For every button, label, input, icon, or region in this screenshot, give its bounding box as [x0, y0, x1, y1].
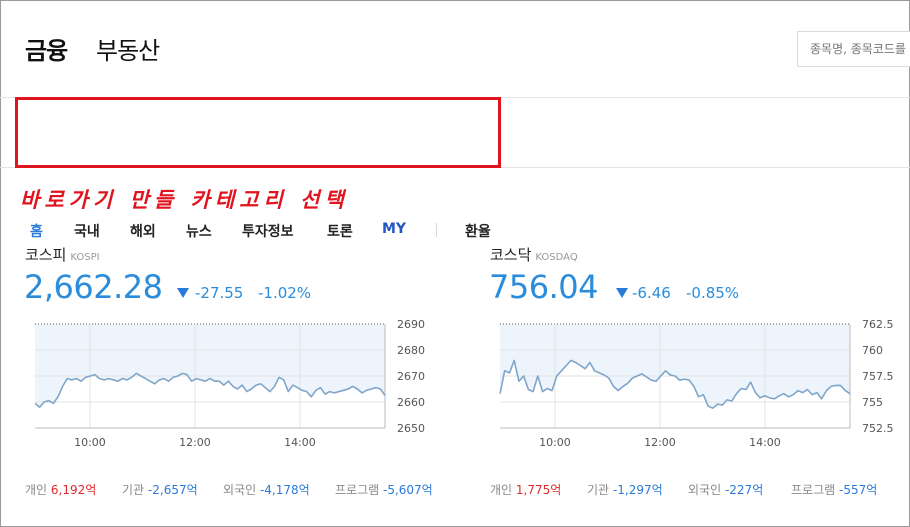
index-sub: KOSPI	[70, 252, 100, 263]
y-tick-label: 752.5	[862, 422, 894, 435]
x-tick-label: 14:00	[749, 436, 781, 449]
nav-item-exchange-rate[interactable]: 환율	[465, 221, 491, 241]
nav-item-news[interactable]: 뉴스	[186, 221, 212, 241]
y-tick-label: 760	[862, 344, 883, 357]
y-tick-label: 757.5	[862, 370, 894, 383]
kosdaq-chart[interactable]: 762.5 760 757.5 755 752.5 10:00 12:00 14:00	[490, 312, 910, 452]
y-tick-label: 2680	[397, 344, 425, 357]
index-name: 코스피	[25, 246, 67, 264]
y-tick-label: 762.5	[862, 318, 894, 331]
kospi-chart[interactable]: 2690 2680 2670 2660 2650 10:00 12:00 14:00	[25, 312, 445, 452]
stat-individual: 개인 6,192억	[25, 483, 97, 497]
stat-institution: 기관 -2,657억	[122, 483, 198, 497]
index-name: 코스닥	[490, 246, 532, 264]
stat-individual: 개인 1,775억	[490, 483, 562, 497]
search-input[interactable]	[797, 31, 910, 67]
stat-institution: 기관 -1,297억	[587, 483, 663, 497]
chart-area-fill	[35, 324, 385, 408]
nav-item-my[interactable]: MY	[382, 221, 406, 237]
stat-foreign: 외국인 -4,178억	[223, 483, 310, 497]
kospi-panel[interactable]: 코스피 KOSPI 2,662.28 -27.55 -1.02% 2690 2680…	[24, 240, 445, 510]
x-tick-label: 12:00	[644, 436, 676, 449]
x-tick-label: 10:00	[539, 436, 571, 449]
highlight-box	[15, 97, 501, 168]
down-triangle-icon	[177, 288, 189, 298]
stat-program: 프로그램 -557억	[791, 483, 878, 497]
index-title: 코스피 KOSPI	[25, 244, 100, 265]
nav-item-discussion[interactable]: 토론	[327, 221, 353, 241]
nav-item-home[interactable]: 홈	[30, 221, 43, 241]
annotation-text: 바로가기 만들 카테고리 선택	[20, 188, 349, 212]
index-change-percent: -1.02%	[258, 284, 312, 302]
down-triangle-icon	[616, 288, 628, 298]
stat-foreign: 외국인 -227억	[688, 483, 764, 497]
x-tick-label: 10:00	[74, 436, 106, 449]
y-tick-label: 2650	[397, 422, 425, 435]
nav-divider	[436, 223, 437, 237]
index-change: -27.55	[195, 284, 244, 302]
nav-item-domestic[interactable]: 국내	[74, 221, 100, 241]
stat-program: 프로그램 -5,607억	[335, 483, 433, 497]
y-tick-label: 2670	[397, 370, 425, 383]
kosdaq-panel[interactable]: 코스닥 KOSDAQ 756.04 -6.46 -0.85% 762.5 760 75…	[489, 240, 910, 510]
nav-item-overseas[interactable]: 해외	[130, 221, 156, 241]
index-change: -6.46	[632, 284, 671, 302]
x-tick-label: 12:00	[179, 436, 211, 449]
y-tick-label: 2690	[397, 318, 425, 331]
index-value: 2,662.28	[24, 268, 163, 306]
index-sub: KOSDAQ	[535, 252, 578, 263]
top-header: 금융 부동산	[0, 0, 910, 98]
y-tick-label: 755	[862, 396, 883, 409]
real-estate-link[interactable]: 부동산	[96, 31, 160, 66]
finance-logo[interactable]: 금융	[25, 31, 68, 66]
index-title: 코스닥 KOSDAQ	[490, 244, 578, 265]
y-tick-label: 2660	[397, 396, 425, 409]
x-tick-label: 14:00	[284, 436, 316, 449]
chart-area-fill	[500, 324, 850, 409]
index-change-percent: -0.85%	[686, 284, 740, 302]
nav-item-investment-info[interactable]: 투자정보	[242, 221, 294, 241]
index-value: 756.04	[489, 268, 598, 306]
